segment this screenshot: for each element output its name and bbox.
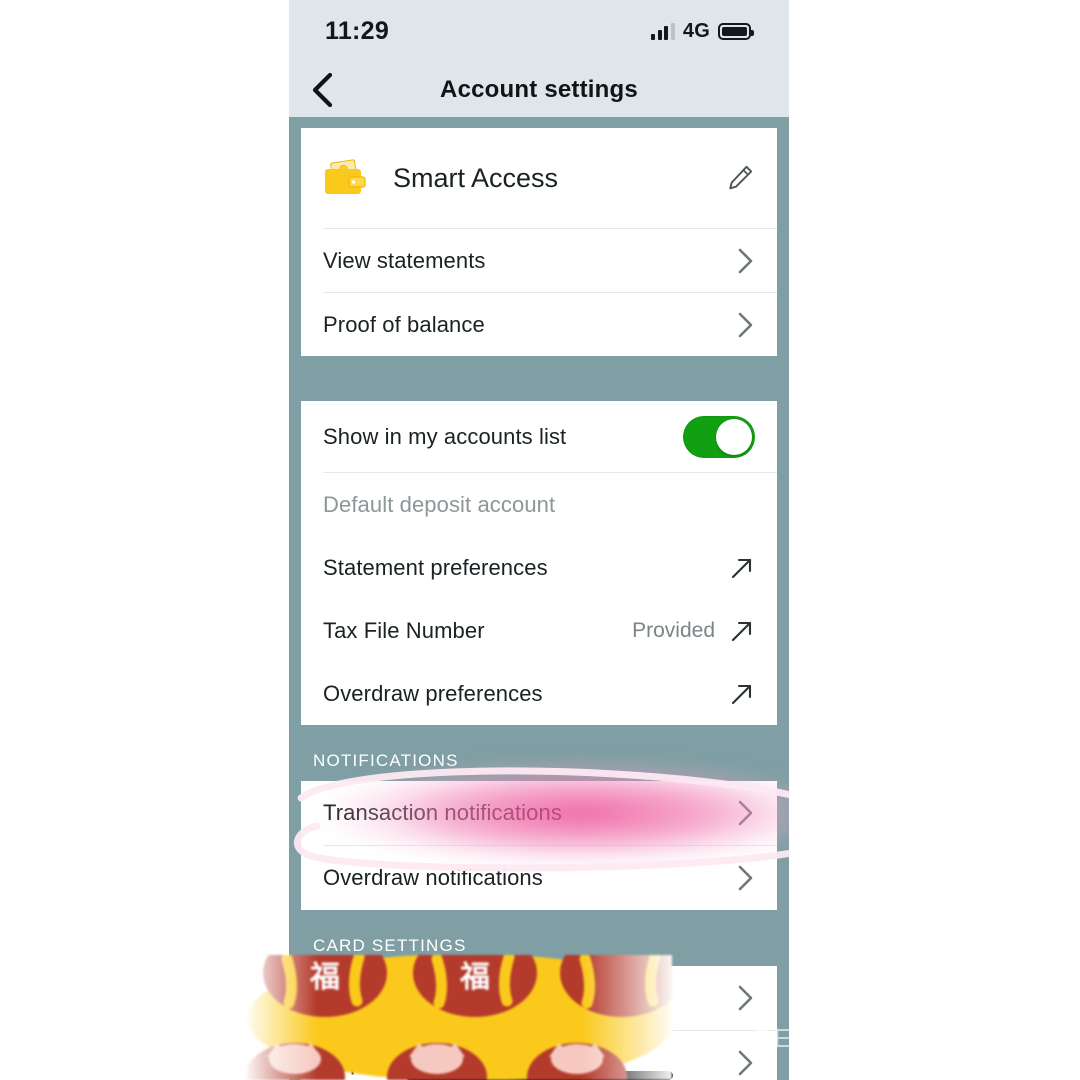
notifications-section-header: NOTIFICATIONS (313, 751, 459, 770)
edit-account-button[interactable] (725, 163, 755, 193)
nav-bar: Account settings (289, 62, 789, 117)
status-bar-indicators: 4G (651, 19, 754, 43)
wallet-icon (323, 158, 371, 198)
row-label: Proof of balance (323, 311, 485, 337)
row-value: Provided (632, 618, 715, 642)
row-proof-of-balance[interactable]: Proof of balance (301, 293, 777, 356)
show-in-accounts-toggle[interactable] (683, 415, 755, 458)
status-bar: 11:29 4G (289, 0, 789, 62)
phone-screenshot: 11:29 4G Account settings Smart Access V… (289, 0, 789, 1080)
chevron-right-icon (738, 985, 753, 1011)
external-link-icon (731, 684, 752, 704)
notifications-card: Transaction notifications Overdraw notif… (301, 781, 777, 910)
svg-text:福: 福 (459, 960, 490, 995)
row-view-statements[interactable]: View statements (301, 229, 777, 292)
chevron-right-icon (738, 800, 753, 826)
row-label: Overdraw preferences (323, 680, 543, 706)
account-header-row[interactable]: Smart Access (301, 128, 777, 228)
watermark-red-id: RED ID： 420906968 (753, 1023, 1039, 1053)
row-label: View statements (323, 247, 486, 273)
status-bar-clock: 11:29 (325, 16, 390, 45)
screenshot-root: 11:29 4G Account settings Smart Access V… (0, 0, 1080, 1080)
row-label: Tax File Number (323, 617, 485, 643)
account-name: Smart Access (393, 162, 559, 193)
row-label: Transaction notifications (323, 800, 562, 825)
chevron-right-icon (738, 312, 753, 337)
xiaohongshu-logo-badge: 小红书 (908, 948, 1026, 994)
settings-scroll-area[interactable]: Smart Access View statements Proof of ba… (289, 128, 789, 1080)
row-overdraw-notifications[interactable]: Overdraw notifications (301, 846, 777, 910)
chevron-left-icon (312, 72, 333, 107)
row-show-in-accounts-list[interactable]: Show in my accounts list (301, 401, 777, 472)
row-transaction-notifications[interactable]: Transaction notifications (301, 781, 777, 845)
settings-card: Show in my accounts list Default deposit… (301, 401, 777, 725)
signal-bars-icon (651, 22, 675, 40)
external-link-icon (731, 621, 752, 641)
back-button[interactable] (302, 70, 342, 110)
row-label: Default deposit account (323, 491, 556, 517)
fu-sticker-decoration: 福 福 (247, 955, 672, 1080)
chevron-right-icon (738, 248, 753, 273)
row-statement-preferences[interactable]: Statement preferences (301, 536, 777, 599)
battery-full-icon (718, 22, 754, 40)
row-label: Show in my accounts list (323, 423, 567, 449)
chevron-right-icon (738, 865, 753, 891)
account-card: Smart Access View statements Proof of ba… (301, 128, 777, 356)
network-type-label: 4G (682, 19, 710, 42)
chevron-right-icon (738, 1050, 753, 1076)
row-default-deposit-account[interactable]: Default deposit account (301, 473, 777, 536)
row-tax-file-number[interactable]: Tax File Number Provided (301, 599, 777, 662)
row-overdraw-preferences[interactable]: Overdraw preferences (301, 662, 777, 725)
external-link-icon (731, 558, 752, 578)
pencil-icon (729, 165, 753, 190)
row-label: Statement preferences (323, 554, 548, 580)
page-title: Account settings (440, 75, 638, 103)
xiaohongshu-logo-text: 小红书 (932, 960, 1002, 985)
row-label: Overdraw notifications (323, 865, 543, 890)
